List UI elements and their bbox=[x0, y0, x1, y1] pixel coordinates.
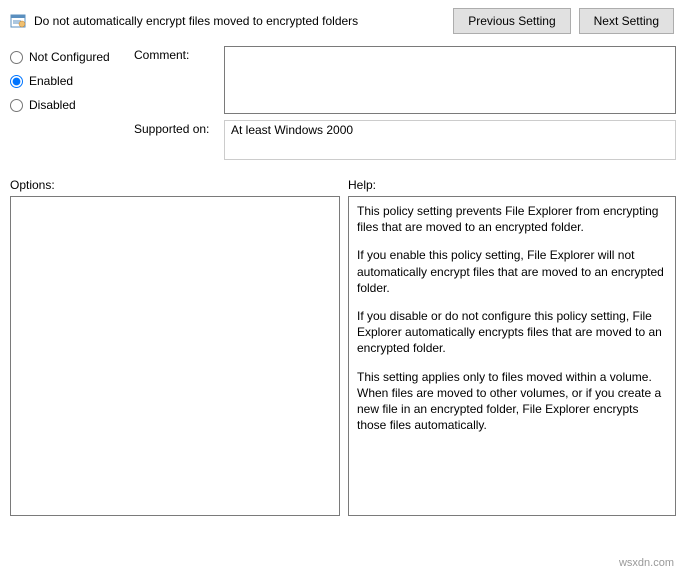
previous-setting-button[interactable]: Previous Setting bbox=[453, 8, 570, 34]
enabled-radio-input[interactable] bbox=[10, 75, 23, 88]
enabled-label: Enabled bbox=[29, 74, 73, 88]
fields-column: Comment: Supported on: At least Windows … bbox=[134, 46, 676, 160]
help-paragraph: This setting applies only to files moved… bbox=[357, 369, 667, 434]
nav-buttons: Previous Setting Next Setting bbox=[453, 8, 674, 34]
options-section-label: Options: bbox=[10, 178, 348, 192]
comment-row: Comment: bbox=[134, 46, 676, 114]
next-setting-button[interactable]: Next Setting bbox=[579, 8, 674, 34]
not-configured-radio-input[interactable] bbox=[10, 51, 23, 64]
section-labels: Options: Help: bbox=[10, 178, 676, 192]
header-row: Do not automatically encrypt files moved… bbox=[10, 8, 676, 34]
help-paragraph: If you disable or do not configure this … bbox=[357, 308, 667, 357]
help-paragraph: If you enable this policy setting, File … bbox=[357, 247, 667, 296]
watermark: wsxdn.com bbox=[619, 557, 674, 569]
policy-title: Do not automatically encrypt files moved… bbox=[34, 14, 445, 28]
supported-label: Supported on: bbox=[134, 120, 216, 160]
disabled-radio[interactable]: Disabled bbox=[10, 98, 118, 112]
options-panel bbox=[10, 196, 340, 516]
disabled-radio-input[interactable] bbox=[10, 99, 23, 112]
not-configured-radio[interactable]: Not Configured bbox=[10, 50, 118, 64]
not-configured-label: Not Configured bbox=[29, 50, 110, 64]
disabled-label: Disabled bbox=[29, 98, 76, 112]
help-panel: This policy setting prevents File Explor… bbox=[348, 196, 676, 516]
supported-on-value: At least Windows 2000 bbox=[231, 123, 353, 137]
supported-on-box: At least Windows 2000 bbox=[224, 120, 676, 160]
help-paragraph: This policy setting prevents File Explor… bbox=[357, 203, 667, 235]
config-row: Not Configured Enabled Disabled Comment:… bbox=[10, 46, 676, 160]
state-radio-group: Not Configured Enabled Disabled bbox=[10, 46, 118, 160]
supported-row: Supported on: At least Windows 2000 bbox=[134, 120, 676, 160]
comment-label: Comment: bbox=[134, 46, 216, 114]
enabled-radio[interactable]: Enabled bbox=[10, 74, 118, 88]
policy-icon bbox=[10, 13, 26, 29]
comment-input[interactable] bbox=[224, 46, 676, 114]
help-section-label: Help: bbox=[348, 178, 676, 192]
panels-row: This policy setting prevents File Explor… bbox=[10, 196, 676, 516]
